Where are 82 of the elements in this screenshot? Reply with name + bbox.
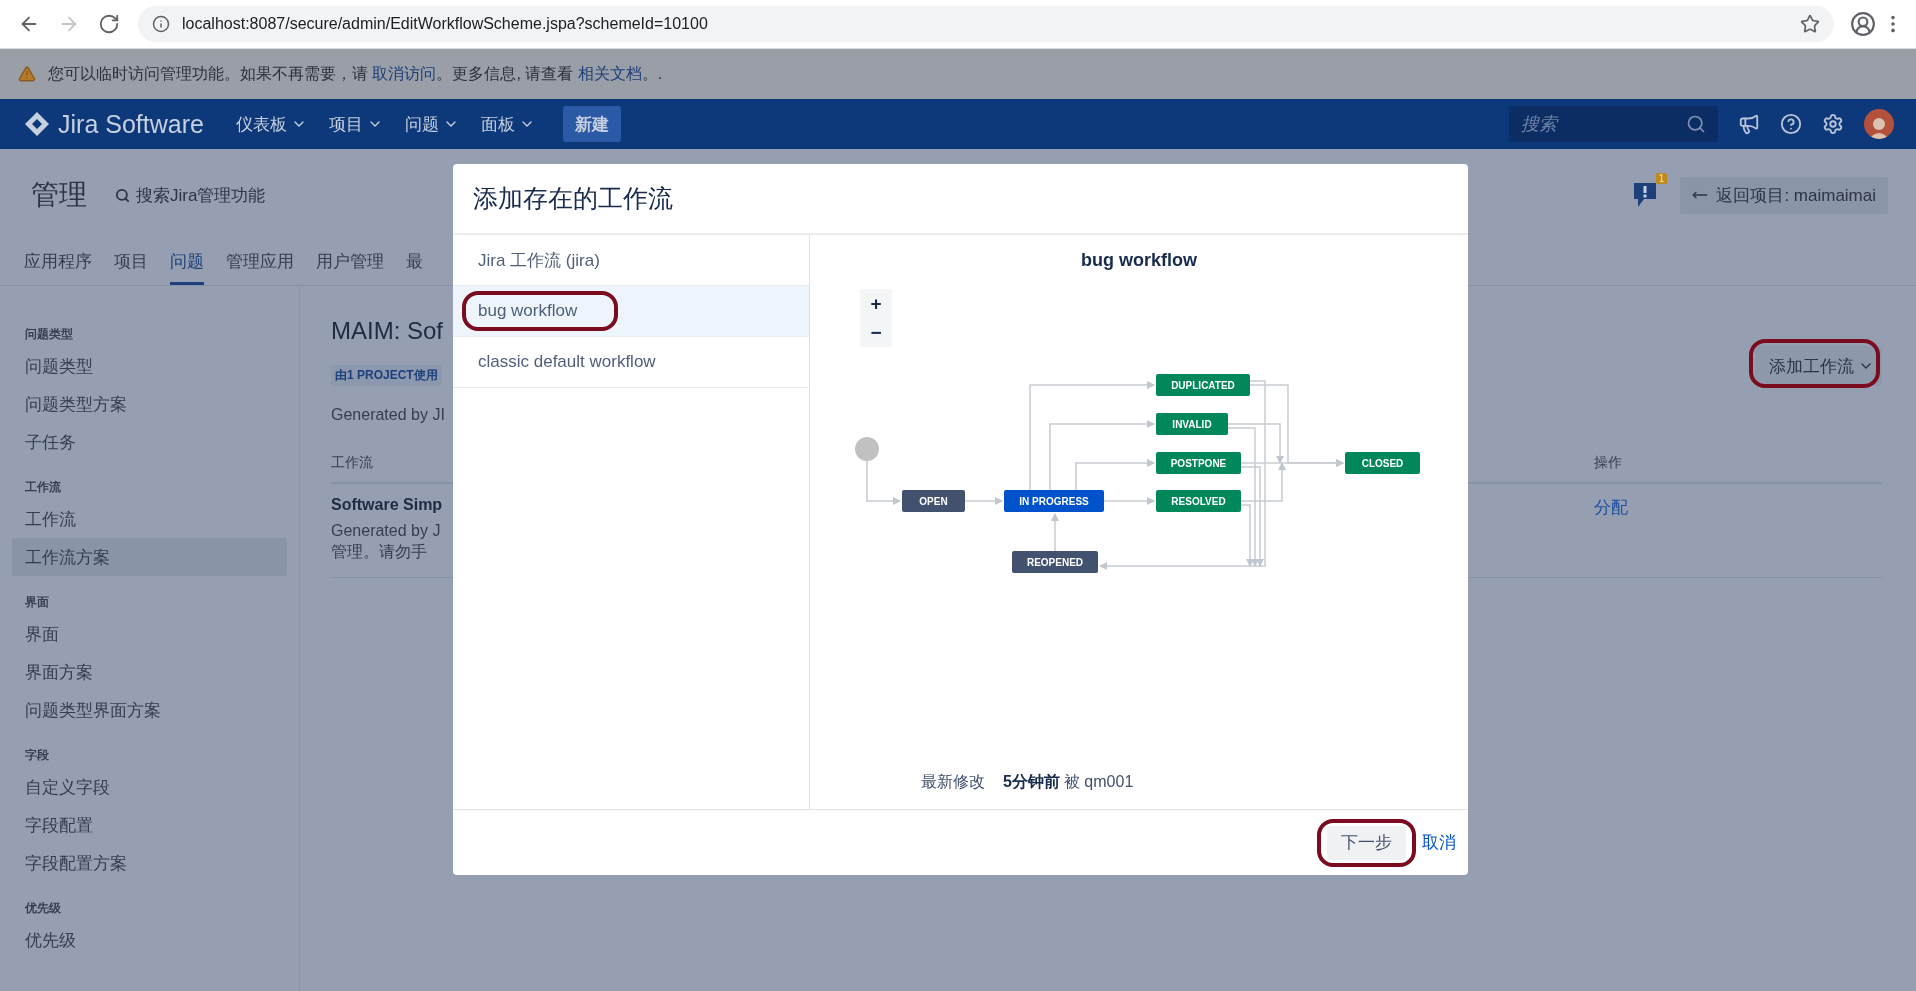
add-workflow-button[interactable]: 添加工作流 [1755,346,1882,386]
sidebar-item[interactable]: 子任务 [12,423,287,461]
sidebar-item[interactable]: 自定义字段 [12,768,287,806]
url-text: localhost:8087/secure/admin/EditWorkflowScheme.jspa?schemeId=10100 [182,15,709,33]
avatar[interactable] [1864,109,1894,139]
admin-tab[interactable]: 最 [406,241,423,285]
workflow-description: 管理。请勿手 [331,542,428,562]
column-header: 操作 [1593,454,1623,472]
workflow-name: Software Simp [331,496,444,514]
sidebar-item[interactable]: 字段配置 [12,806,287,844]
workflow-list-item[interactable]: bug workflow [453,286,809,337]
zoom-out-button[interactable]: − [860,318,892,347]
admin-tab[interactable]: 应用程序 [24,241,92,285]
transition-arrow [964,497,1003,505]
section-heading: 界面 [24,594,50,611]
nav-menu[interactable]: 项目 [320,104,391,144]
logo-icon [24,111,50,137]
status-node: CLOSED [1345,452,1420,474]
sidebar-item[interactable]: 问题类型界面方案 [12,691,287,729]
help-icon[interactable] [1780,113,1802,135]
status-node: POSTPONE [1156,452,1241,474]
section-heading: 问题类型 [24,326,74,343]
zoom-in-button[interactable]: + [860,289,892,318]
warning-link[interactable]: 取消访问 [372,64,437,82]
page-title: 管理 [31,178,87,212]
feedback-icon[interactable] [1632,181,1659,209]
status-node: OPEN [902,490,965,512]
search-field[interactable]: 搜索 [1509,106,1718,142]
status-node: RESOLVED [1156,490,1241,512]
admin-search-link[interactable]: 搜索Jira管理功能 [115,183,266,207]
notification-badge: 1 [1655,173,1668,184]
nav-menu[interactable]: 问题 [396,104,467,144]
profile-icon[interactable] [1850,11,1876,37]
sidebar-item[interactable]: 问题类型方案 [12,385,287,423]
megaphone-icon[interactable] [1738,113,1760,135]
column-header: 工作流 [331,454,374,472]
scheme-title: MAIM: Sof [331,317,445,345]
create-button[interactable]: 新建 [562,106,621,142]
settings-icon[interactable] [1822,113,1844,135]
next-button[interactable]: 下一步 [1327,825,1406,860]
last-modified: 最新修改 5分钟前 被 qm001 [920,772,1135,792]
start-node [855,437,879,461]
dialog-title: 添加存在的工作流 [473,183,673,214]
scheme-description: Generated by JI [331,406,446,424]
admin-tab[interactable]: 问题 [170,241,204,285]
sidebar-item[interactable]: 问题类型 [12,347,287,385]
usage-lozenge: 由1 PROJECT使用 [331,365,442,386]
search-icon [115,187,130,203]
sidebar-item[interactable]: 界面 [12,615,287,653]
transition-arrow [866,460,901,505]
sidebar-item[interactable]: 优先级 [12,921,287,959]
sidebar-item[interactable]: 工作流方案 [12,538,287,576]
product-name: Jira Software [58,109,204,139]
sidebar-item[interactable]: 字段配置方案 [12,844,287,882]
status-node: DUPLICATED [1156,374,1250,396]
reload-icon [98,13,120,35]
warning-icon [18,65,36,83]
star-icon[interactable] [1800,14,1820,34]
info-icon [152,15,170,33]
sidebar-item[interactable]: 工作流 [12,500,287,538]
section-heading: 优先级 [23,900,62,917]
warning-message: 您可以临时访问管理功能。如果不再需要，请 取消访问。更多信息, 请查看 相关文档。. [48,63,663,84]
status-node: REOPENED [1012,551,1098,573]
transition-arrow [1051,513,1059,552]
cancel-link[interactable]: 取消 [1422,831,1456,854]
nav-menu[interactable]: 面板 [472,104,543,144]
section-heading: 字段 [24,747,50,764]
status-node: INVALID [1156,413,1228,435]
address-bar[interactable]: localhost:8087/secure/admin/EditWorkflowScheme.jspa?schemeId=10100 [138,6,1834,42]
admin-tab[interactable]: 项目 [114,241,148,285]
section-heading: 工作流 [24,479,62,496]
warning-link[interactable]: 相关文档 [577,64,642,82]
status-node: IN PROGRESS [1004,490,1104,512]
search-icon [1686,114,1706,134]
preview-title: bug workflow [1080,248,1198,272]
sidebar-item[interactable]: 界面方案 [12,653,287,691]
back-to-project-button[interactable]: 返回项目: maimaimai [1680,176,1888,214]
nav-menu[interactable]: 仪表板 [227,104,315,144]
assign-link[interactable]: 分配 [1594,496,1628,563]
admin-tab[interactable]: 用户管理 [316,241,384,285]
admin-tab[interactable]: 管理应用 [226,241,294,285]
workflow-description: Generated by J [331,522,442,540]
